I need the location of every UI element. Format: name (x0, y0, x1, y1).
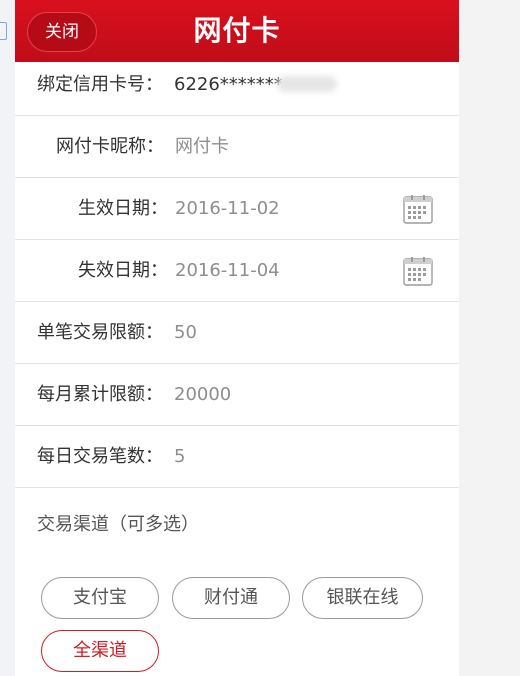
daily-count-label: 每日交易笔数： (37, 446, 163, 467)
card-form-screen: 关闭 网付卡 绑定信用卡号： 6226******* 网付卡昵称： 网付卡 生效… (15, 0, 459, 676)
nickname-row: 网付卡昵称： 网付卡 (15, 116, 459, 178)
monthly-limit-input[interactable]: 20000 (174, 364, 231, 426)
daily-count-input[interactable]: 5 (174, 426, 185, 488)
end-date-row: 失效日期： 2016-11-04 (15, 240, 459, 302)
single-limit-input[interactable]: 50 (174, 302, 197, 364)
left-window-edge (0, 0, 15, 676)
single-limit-label: 单笔交易限额： (37, 322, 163, 343)
start-date-label: 生效日期： (78, 198, 168, 219)
channels-title: 交易渠道（可多选） (37, 514, 199, 535)
calendar-icon[interactable] (403, 256, 433, 286)
end-date-input[interactable]: 2016-11-04 (175, 240, 280, 302)
daily-count-row: 每日交易笔数： 5 (15, 426, 459, 488)
channel-alipay-option[interactable]: 支付宝 (41, 577, 159, 619)
monthly-limit-row: 每月累计限额： 20000 (15, 364, 459, 426)
nickname-input[interactable]: 网付卡 (175, 116, 229, 178)
window-fragment-icon (0, 22, 7, 40)
nickname-label: 网付卡昵称： (56, 136, 164, 157)
channel-tenpay-option[interactable]: 财付通 (172, 577, 290, 619)
title-bar: 关闭 网付卡 (15, 0, 459, 62)
redacted-digits (277, 76, 337, 92)
card-number-row: 绑定信用卡号： 6226******* (15, 54, 459, 116)
monthly-limit-label: 每月累计限额： (37, 384, 163, 405)
end-date-label: 失效日期： (78, 260, 168, 281)
close-button[interactable]: 关闭 (27, 12, 97, 52)
channel-unionpay-option[interactable]: 银联在线 (302, 577, 423, 619)
card-number-label: 绑定信用卡号： (37, 74, 163, 95)
single-limit-row: 单笔交易限额： 50 (15, 302, 459, 364)
channel-all-option[interactable]: 全渠道 (41, 630, 159, 672)
start-date-row: 生效日期： 2016-11-02 (15, 178, 459, 240)
card-number-value: 6226******* (174, 74, 283, 95)
calendar-icon[interactable] (403, 194, 433, 224)
right-background (459, 0, 520, 676)
start-date-input[interactable]: 2016-11-02 (175, 178, 280, 240)
